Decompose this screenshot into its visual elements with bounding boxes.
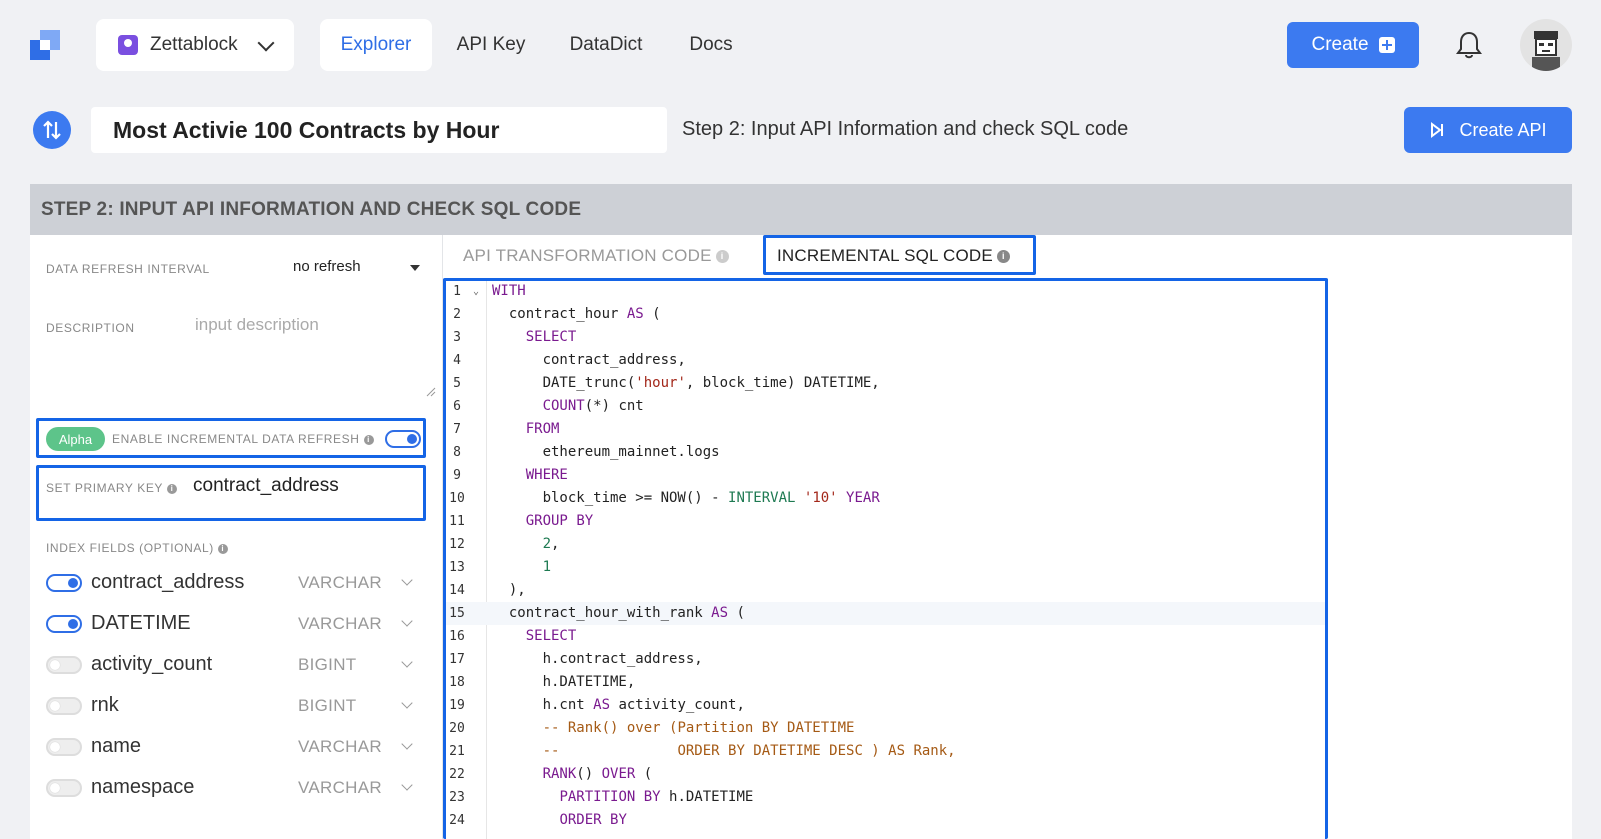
chevron-down-icon — [257, 34, 275, 52]
primary-key-text: SET PRIMARY KEY — [46, 481, 164, 495]
index-field-row: activity_count BIGINT — [30, 647, 442, 683]
index-field-type-select[interactable]: VARCHAR — [298, 573, 382, 593]
alpha-badge: Alpha — [46, 427, 105, 451]
tab-label: INCREMENTAL SQL CODE — [777, 246, 993, 265]
info-icon[interactable]: i — [996, 250, 1010, 264]
nav-tab-api-key[interactable]: API Key — [445, 19, 537, 71]
plus-icon — [1378, 37, 1395, 53]
index-field-type-select[interactable]: BIGINT — [298, 655, 356, 675]
index-fields-text: INDEX FIELDS (OPTIONAL) — [46, 541, 214, 555]
index-field-name: name — [91, 735, 142, 757]
nav-tab-explorer[interactable]: Explorer — [320, 19, 432, 71]
api-settings-column: DATA REFRESH INTERVAL no refresh DESCRIP… — [30, 235, 442, 839]
refresh-interval-label: DATA REFRESH INTERVAL — [46, 262, 210, 276]
index-field-name: contract_address — [91, 571, 245, 593]
primary-key-label: SET PRIMARY KEY i — [46, 481, 178, 495]
incremental-refresh-toggle[interactable] — [385, 430, 421, 448]
chevron-down-icon[interactable] — [401, 738, 413, 750]
top-nav: Zettablock Explorer API Key DataDict Doc… — [0, 0, 1601, 90]
chevron-down-icon[interactable] — [401, 574, 413, 586]
index-field-type-select[interactable]: BIGINT — [298, 696, 356, 716]
user-avatar[interactable] — [1520, 19, 1572, 71]
chevron-down-icon[interactable] — [401, 656, 413, 668]
nav-tab-datadict[interactable]: DataDict — [560, 19, 652, 71]
incremental-refresh-text: ENABLE INCREMENTAL DATA REFRESH — [112, 432, 360, 446]
index-field-toggle[interactable] — [46, 574, 82, 592]
index-field-row: contract_address VARCHAR — [30, 565, 442, 601]
info-icon[interactable]: i — [715, 250, 729, 264]
notification-bell-icon[interactable] — [1455, 30, 1483, 60]
incremental-refresh-label: ENABLE INCREMENTAL DATA REFRESH i — [112, 432, 374, 446]
index-fields-label: INDEX FIELDS (OPTIONAL) i — [46, 541, 228, 555]
index-field-name: activity_count — [91, 653, 213, 675]
index-field-toggle[interactable] — [46, 738, 82, 756]
workspace-name: Zettablock — [150, 34, 238, 55]
info-icon[interactable]: i — [217, 543, 228, 554]
panel-header: STEP 2: INPUT API INFORMATION AND CHECK … — [30, 184, 1572, 235]
query-title-input[interactable]: Most Activie 100 Contracts by Hour — [91, 107, 667, 153]
nav-tab-docs[interactable]: Docs — [672, 19, 750, 71]
create-api-button[interactable]: Create API — [1404, 107, 1572, 153]
create-button-label: Create — [1311, 34, 1369, 55]
play-skip-icon — [1431, 122, 1444, 138]
index-field-row: name VARCHAR — [30, 729, 442, 765]
refresh-interval-select[interactable]: no refresh — [293, 258, 361, 275]
create-button[interactable]: Create — [1287, 22, 1419, 68]
workspace-icon — [118, 35, 138, 55]
resize-handle-icon[interactable] — [426, 387, 436, 397]
workspace-selector[interactable]: Zettablock — [96, 19, 294, 71]
index-field-name: namespace — [91, 776, 195, 798]
index-field-type-select[interactable]: VARCHAR — [298, 737, 382, 757]
chevron-down-icon[interactable] — [401, 697, 413, 709]
tab-incremental-sql-code[interactable]: INCREMENTAL SQL CODE i — [777, 246, 1010, 266]
info-icon[interactable]: i — [363, 434, 374, 445]
index-field-type-select[interactable]: VARCHAR — [298, 614, 382, 634]
tab-label: API TRANSFORMATION CODE — [463, 246, 712, 265]
caret-down-icon[interactable] — [410, 265, 420, 271]
chevron-down-icon[interactable] — [401, 615, 413, 627]
primary-key-input[interactable]: contract_address — [193, 475, 339, 497]
create-api-label: Create API — [1459, 119, 1547, 140]
sql-editor-highlight — [443, 278, 1328, 839]
index-field-row: DATETIME VARCHAR — [30, 606, 442, 642]
index-field-name: rnk — [91, 694, 119, 716]
index-field-toggle[interactable] — [46, 697, 82, 715]
description-label: DESCRIPTION — [46, 321, 135, 335]
swap-icon[interactable] — [33, 111, 71, 149]
avatar-icon — [1532, 31, 1560, 71]
info-icon[interactable]: i — [167, 483, 178, 494]
description-input[interactable]: input description — [195, 315, 319, 335]
index-field-row: namespace VARCHAR — [30, 770, 442, 806]
index-field-name: DATETIME — [91, 612, 191, 634]
index-field-row: rnk BIGINT — [30, 688, 442, 724]
tab-api-transformation-code[interactable]: API TRANSFORMATION CODE i — [463, 246, 729, 266]
chevron-down-icon[interactable] — [401, 779, 413, 791]
index-field-toggle[interactable] — [46, 779, 82, 797]
index-field-toggle[interactable] — [46, 656, 82, 674]
index-field-type-select[interactable]: VARCHAR — [298, 778, 382, 798]
step-description: Step 2: Input API Information and check … — [682, 118, 1129, 140]
index-field-toggle[interactable] — [46, 615, 82, 633]
zettablock-logo[interactable] — [30, 30, 60, 60]
